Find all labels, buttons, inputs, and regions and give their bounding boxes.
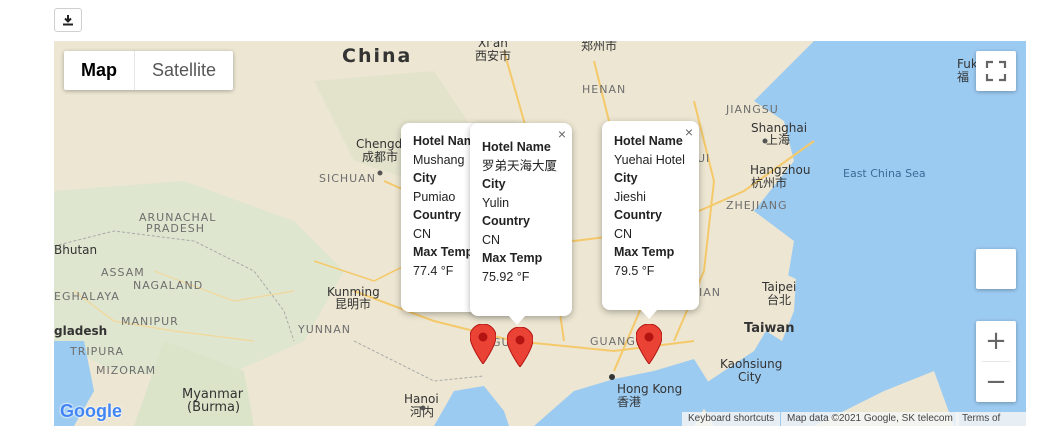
info-window-2: × Hotel Name 罗弟天海大厦 City Yulin Country C… <box>470 123 572 325</box>
info-temp: 75.92 °F <box>482 269 530 284</box>
info-label-city: City <box>482 177 506 191</box>
terms-of-use-link[interactable]: Terms of Use <box>956 412 1026 426</box>
map-data-attribution: Map data ©2021 Google, SK telecom <box>781 412 959 426</box>
info-country: CN <box>614 226 633 241</box>
info-label-hotel: Hotel Name <box>614 134 683 148</box>
info-city: Yulin <box>482 195 510 210</box>
info-window-3: × Hotel Name Yuehai Hotel City Jieshi Co… <box>602 121 699 319</box>
street-view-button[interactable] <box>976 249 1016 289</box>
zoom-in-button[interactable]: + <box>976 321 1016 361</box>
info-temp: 79.5 °F <box>614 263 655 278</box>
map-marker[interactable] <box>507 327 533 367</box>
map-marker[interactable] <box>636 324 662 364</box>
info-label-city: City <box>614 171 638 185</box>
info-country: CN <box>482 232 501 247</box>
close-icon[interactable]: × <box>558 126 566 142</box>
info-label-temp: Max Temp <box>482 251 543 265</box>
info-window-tail <box>508 315 526 325</box>
download-icon <box>63 15 73 26</box>
info-city: Jieshi <box>614 189 646 204</box>
info-label-country: Country <box>614 208 662 222</box>
info-hotel: 罗弟天海大厦 <box>482 158 558 173</box>
info-label-country: Country <box>482 214 530 228</box>
zoom-control: + − <box>976 321 1016 402</box>
download-button[interactable] <box>54 8 82 32</box>
info-window-tail <box>640 309 658 319</box>
keyboard-shortcuts-link[interactable]: Keyboard shortcuts <box>682 412 781 426</box>
map-marker[interactable] <box>470 324 496 364</box>
map-container[interactable]: Map Satellite China Xi'an 西安市 郑州市 HENAN … <box>54 41 1026 426</box>
close-icon[interactable]: × <box>685 124 693 140</box>
info-label-hotel: Hotel Name <box>482 140 551 154</box>
fullscreen-icon <box>985 60 1007 82</box>
google-logo[interactable]: Google <box>60 401 122 422</box>
info-label-temp: Max Temp <box>614 245 675 259</box>
zoom-out-button[interactable]: − <box>976 362 1016 402</box>
fullscreen-button[interactable] <box>976 51 1016 91</box>
info-hotel: Yuehai Hotel <box>614 152 685 167</box>
